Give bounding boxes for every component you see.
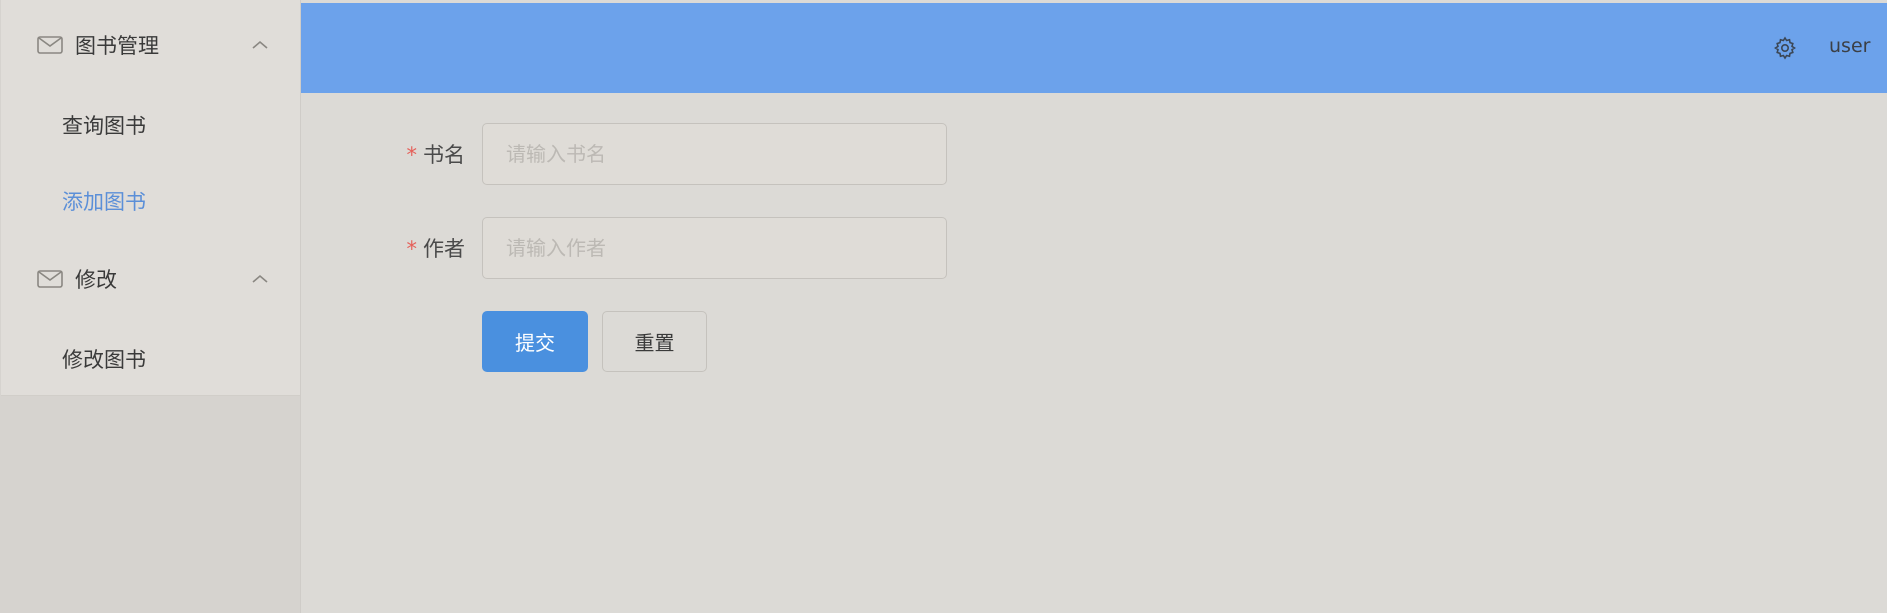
sidebar-item-query-books[interactable]: 查询图书	[1, 97, 300, 153]
title-input[interactable]	[482, 123, 947, 185]
sidebar-item-label: 添加图书	[62, 190, 146, 214]
submenu-title-label: 图书管理	[75, 34, 159, 58]
required-mark: *	[406, 237, 418, 261]
form-row-title: * 书名	[301, 123, 1001, 185]
reset-button[interactable]: 重置	[602, 311, 707, 372]
title-label: * 书名	[407, 139, 466, 169]
gear-icon[interactable]	[1773, 36, 1797, 60]
chevron-up-icon	[252, 40, 268, 49]
sidebar-item-label: 查询图书	[62, 114, 146, 138]
username[interactable]: user	[1829, 35, 1870, 57]
submenu-book-management[interactable]: 图书管理	[1, 17, 300, 73]
chevron-up-icon	[252, 274, 268, 283]
sidebar-item-modify-book[interactable]: 修改图书	[1, 331, 300, 387]
submit-button[interactable]: 提交	[482, 311, 588, 372]
submenu-title-label: 修改	[75, 268, 117, 292]
sidebar: 图书管理 查询图书 添加图书 修改 修改图书	[0, 0, 301, 613]
form-row-author: * 作者	[301, 217, 1001, 279]
sidebar-item-label: 修改图书	[62, 348, 146, 372]
author-label-text: 作者	[423, 237, 465, 261]
app-root: 图书管理 查询图书 添加图书 修改 修改图书 user * 书名 请输入书名 *…	[0, 0, 1887, 613]
author-label: * 作者	[407, 233, 466, 263]
sidebar-menu: 图书管理 查询图书 添加图书 修改 修改图书	[1, 0, 300, 396]
required-mark: *	[406, 143, 418, 167]
mail-icon	[37, 36, 63, 54]
author-input[interactable]	[482, 217, 947, 279]
top-header	[301, 3, 1887, 93]
title-label-text: 书名	[423, 143, 465, 167]
submenu-modify[interactable]: 修改	[1, 251, 300, 307]
sidebar-item-add-book[interactable]: 添加图书	[1, 173, 300, 229]
mail-icon	[37, 270, 63, 288]
